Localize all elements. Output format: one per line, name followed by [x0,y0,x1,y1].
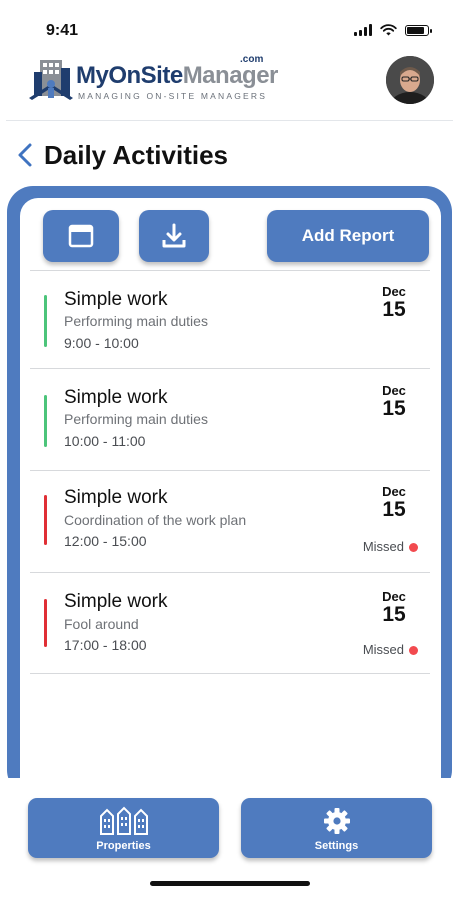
wifi-icon [380,24,397,36]
user-photo [386,56,434,104]
activity-item[interactable]: Simple work Performing main duties 9:00 … [30,270,430,369]
status-bar: 9:41 [0,0,459,48]
download-icon [162,223,186,248]
brand-tagline: MANAGING ON-SITE MANAGERS [78,91,268,101]
activity-day: 15 [382,397,406,420]
status-time: 9:41 [46,22,79,39]
activity-item[interactable]: Simple work Fool around 17:00 - 18:00 De… [30,572,430,674]
properties-nav-label: Properties [96,840,151,852]
status-indicator [44,295,47,347]
activity-title: Simple work [64,487,168,508]
properties-nav-button[interactable]: Properties [28,798,219,858]
back-button[interactable] [14,142,36,168]
activity-time: 9:00 - 10:00 [64,335,139,351]
missed-label: Missed [362,539,404,554]
calendar-icon [68,224,94,248]
building-logo-icon [29,60,73,100]
activity-title: Simple work [64,289,168,310]
brand-name-part1: MyOnSite [76,62,183,89]
activity-time: 17:00 - 18:00 [64,637,147,653]
activity-item[interactable]: Simple work Coordination of the work pla… [30,470,430,573]
calendar-button[interactable] [43,210,119,262]
activity-month: Dec [382,484,406,499]
settings-nav-label: Settings [314,840,359,852]
missed-indicator-dot [409,646,418,655]
activity-description: Performing main duties [64,313,208,329]
activity-title: Simple work [64,387,168,408]
activity-month: Dec [382,589,406,604]
activity-day: 15 [382,603,406,626]
add-report-button[interactable]: Add Report [267,210,429,262]
activity-item[interactable]: Simple work Performing main duties 10:00… [30,368,430,471]
activity-day: 15 [382,498,406,521]
status-icons [354,24,432,36]
activity-description: Coordination of the work plan [64,512,247,528]
brand-name: MyOnSiteManager [76,62,278,90]
cellular-signal-icon [354,24,372,36]
brand-domain-suffix: .com [240,54,264,65]
download-button[interactable] [139,210,209,262]
activity-month: Dec [382,383,406,398]
activity-description: Performing main duties [64,411,208,427]
activity-month: Dec [382,284,406,299]
status-indicator [44,599,47,647]
battery-icon [405,24,432,36]
status-indicator [44,495,47,545]
activity-title: Simple work [64,591,168,612]
missed-indicator-dot [409,543,418,552]
buildings-icon [99,806,148,835]
settings-nav-button[interactable]: Settings [241,798,432,858]
chevron-left-icon [18,143,32,167]
missed-label: Missed [362,642,404,657]
home-indicator[interactable] [150,881,310,886]
brand-name-part2: Manager [182,62,279,89]
activity-day: 15 [382,298,406,321]
brand-logo[interactable]: MyOnSiteManager .com MANAGING ON-SITE MA… [26,54,286,106]
activity-time: 10:00 - 11:00 [64,433,146,449]
gear-icon [323,808,350,834]
activity-time: 12:00 - 15:00 [64,533,147,549]
avatar[interactable] [386,56,434,104]
page-title: Daily Activities [44,140,229,170]
header-divider [6,120,453,121]
status-indicator [44,395,47,447]
activity-description: Fool around [64,616,139,632]
